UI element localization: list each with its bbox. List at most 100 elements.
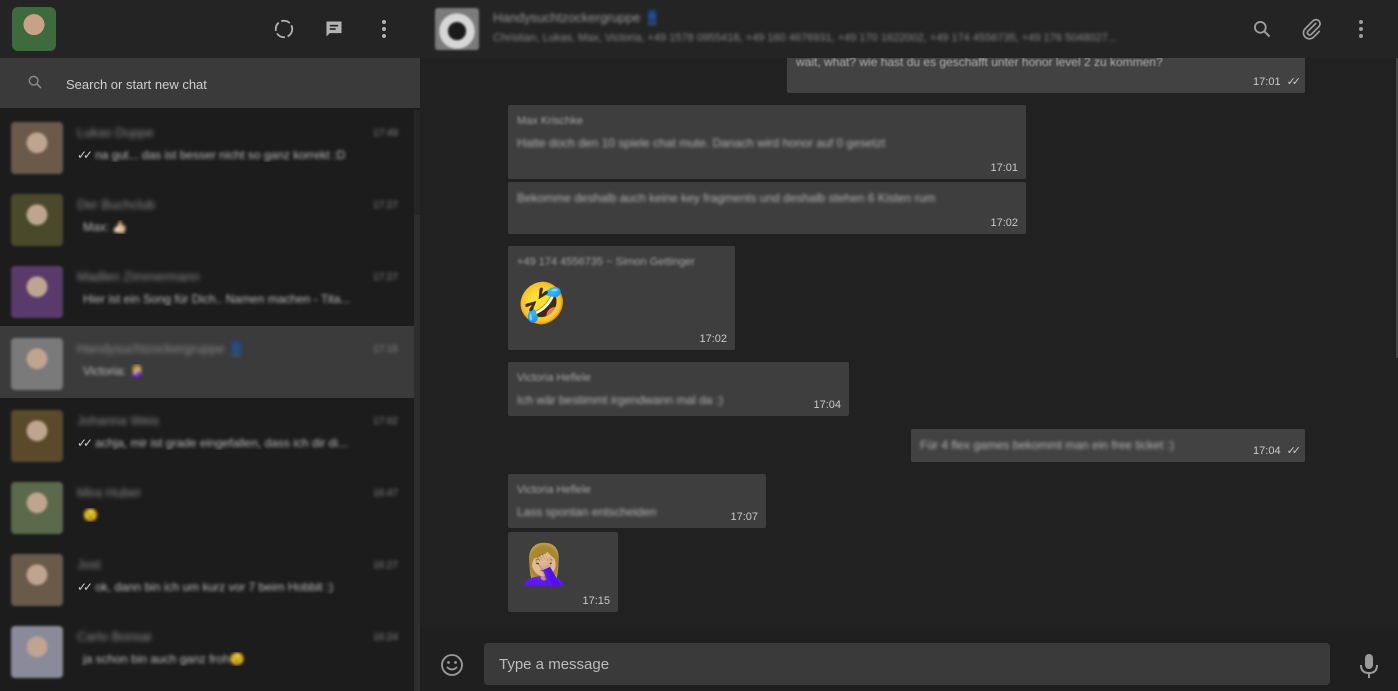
- chat-list: Lukas Duppe 17:49 ✓✓ na gut... das ist bess…: [0, 110, 414, 691]
- chat-name: Mira Huber: [77, 485, 142, 500]
- chat-time: 16:27: [372, 560, 398, 571]
- message-time: 17:04 ✓✓: [1253, 445, 1302, 457]
- chat-time: 17:15: [372, 344, 398, 355]
- message-bubble-incoming[interactable]: Bekomme deshalb auch keine key fragments…: [508, 182, 1026, 234]
- chat-list-item[interactable]: Der Buchclub 17:27 Max: 👍🏻: [0, 182, 414, 254]
- chat-time: 17:49: [372, 128, 398, 139]
- chat-time: 17:27: [372, 200, 398, 211]
- message-time: 17:01 ✓✓: [1253, 76, 1302, 88]
- chat-list-item[interactable]: Madlen Zimmermann 17:27 Hier ist ein Song …: [0, 254, 414, 326]
- message-time: 17:04: [813, 399, 841, 411]
- chat-time: 17:27: [372, 272, 398, 283]
- chat-preview-text: Hier ist ein Song für Dich.. Namen mache…: [83, 292, 351, 306]
- chat-preview: ✓✓ na gut... das ist besser nicht so ganz…: [77, 148, 392, 162]
- message-time: 17:02: [699, 333, 727, 345]
- chat-list-item[interactable]: Johanna Weis 17:02 ✓✓ achja, mir ist grade …: [0, 398, 414, 470]
- microphone-icon[interactable]: [1358, 653, 1380, 679]
- rofl-emoji: 🤣: [517, 282, 567, 326]
- chat-avatar: [11, 410, 63, 462]
- read-receipt-icon: ✓✓: [1286, 445, 1302, 457]
- my-profile-avatar[interactable]: [12, 7, 56, 51]
- menu-icon[interactable]: [372, 17, 396, 41]
- chat-avatar: [11, 626, 63, 678]
- message-bubble-outgoing[interactable]: Für 4 flex games bekommt man ein free ti…: [911, 429, 1305, 462]
- new-chat-icon[interactable]: [322, 17, 346, 41]
- chat-preview: Max: 👍🏻: [77, 220, 392, 234]
- chat-preview-text: ja schon bin auch ganz froh😉: [83, 652, 245, 666]
- conversation-panel: Handysuchtzockergruppe 👖 Christian, Luka…: [420, 0, 1398, 691]
- read-receipt-icon: ✓✓: [1286, 76, 1302, 88]
- message-bubble-incoming[interactable]: 🤦🏼‍♀️ 17:15: [508, 532, 618, 612]
- group-avatar[interactable]: [435, 8, 479, 50]
- chat-name: Lukas Duppe: [77, 125, 154, 140]
- message-text: Für 4 flex games bekommt man ein free ti…: [920, 438, 1175, 452]
- read-receipt-icon: ✓✓: [77, 148, 93, 162]
- message-sender: +49 174 4556735 ~ Simon Gettinger: [517, 256, 695, 268]
- chat-preview-text: ok, dann bin ich um kurz vor 7 beim Hobb…: [95, 580, 334, 594]
- composer: [420, 628, 1398, 691]
- chat-name: Madlen Zimmermann: [77, 269, 200, 284]
- chat-preview-text: achja, mir ist grade eingefallen, dass i…: [95, 436, 348, 450]
- chat-name: Handysuchtzockergruppe 👖: [77, 341, 245, 356]
- chat-avatar: [11, 338, 63, 390]
- message-sender: Victoria Heflele: [517, 372, 591, 384]
- message-text: Hatte doch den 10 spiele chat mute. Dana…: [517, 136, 886, 150]
- message-time: 17:02: [990, 217, 1018, 229]
- message-time: 17:15: [582, 595, 610, 607]
- message-bubble-incoming[interactable]: Max Krischke Hatte doch den 10 spiele ch…: [508, 105, 1026, 179]
- message-text: Lass spontan entscheiden: [517, 505, 657, 519]
- chat-preview-text: Victoria: 🤦🏼‍♀️: [83, 364, 145, 378]
- message-bubble-outgoing[interactable]: wait, what? wie hast du es geschafft unt…: [787, 58, 1305, 93]
- message-sender: Max Krischke: [517, 115, 584, 127]
- message-bubble-incoming[interactable]: Victoria Heflele Lass spontan entscheide…: [508, 474, 766, 528]
- chat-preview-text: na gut... das ist besser nicht so ganz k…: [95, 148, 346, 162]
- search-icon: [27, 74, 45, 92]
- chat-avatar: [11, 482, 63, 534]
- chat-time: 16:47: [372, 488, 398, 499]
- message-bubble-incoming[interactable]: Victoria Heflele Ich wär bestimmt irgend…: [508, 362, 849, 416]
- message-sender: Victoria Heflele: [517, 484, 591, 496]
- chat-preview-text: 😉: [83, 508, 98, 522]
- conversation-menu-icon[interactable]: [1349, 17, 1373, 41]
- chat-avatar: [11, 266, 63, 318]
- chat-list-item[interactable]: Handysuchtzockergruppe 👖 17:15 Victoria: 🤦…: [0, 326, 414, 398]
- chat-name: Der Buchclub: [77, 197, 156, 212]
- emoji-icon[interactable]: [440, 653, 464, 677]
- chat-preview: ja schon bin auch ganz froh😉: [77, 652, 392, 666]
- status-icon[interactable]: [272, 17, 296, 41]
- chat-list-item[interactable]: Carlo Bonsai 16:24 ja schon bin auch ganz …: [0, 614, 414, 686]
- group-members: Christian, Lukas, Max, Victoria, +49 157…: [493, 32, 1117, 44]
- attach-icon[interactable]: [1300, 17, 1324, 41]
- message-time: 17:07: [730, 511, 758, 523]
- message-time: 17:01: [990, 162, 1018, 174]
- chat-preview-text: Max: 👍🏻: [83, 220, 128, 234]
- chat-preview: ✓✓ ok, dann bin ich um kurz vor 7 beim Ho…: [77, 580, 392, 594]
- message-text: wait, what? wie hast du es geschafft unt…: [796, 58, 1163, 69]
- facepalm-emoji: 🤦🏼‍♀️: [519, 543, 569, 587]
- message-bubble-incoming[interactable]: +49 174 4556735 ~ Simon Gettinger 🤣 17:0…: [508, 246, 735, 350]
- chat-preview: Hier ist ein Song für Dich.. Namen mache…: [77, 292, 392, 306]
- chat-preview: Victoria: 🤦🏼‍♀️: [77, 364, 392, 378]
- read-receipt-icon: ✓✓: [77, 580, 93, 594]
- chat-list-item[interactable]: Mira Huber 16:47 😉: [0, 470, 414, 542]
- search-input[interactable]: [64, 73, 398, 95]
- chat-avatar: [11, 554, 63, 606]
- chat-avatar: [11, 194, 63, 246]
- search-messages-icon[interactable]: [1250, 17, 1274, 41]
- message-text: Ich wär bestimmt irgendwann mal da :): [517, 393, 724, 407]
- chat-time: 17:02: [372, 416, 398, 427]
- message-list: wait, what? wie hast du es geschafft unt…: [420, 58, 1398, 628]
- chat-preview: ✓✓ achja, mir ist grade eingefallen, dass…: [77, 436, 392, 450]
- message-input[interactable]: [484, 643, 1330, 685]
- chat-name: Jost: [77, 557, 101, 572]
- sidebar-header: [0, 0, 420, 58]
- chat-list-item[interactable]: Lukas Duppe 17:49 ✓✓ na gut... das ist bess…: [0, 110, 414, 182]
- conversation-header[interactable]: Handysuchtzockergruppe 👖 Christian, Luka…: [420, 0, 1398, 58]
- chat-avatar: [11, 122, 63, 174]
- chat-list-item[interactable]: Jost 16:27 ✓✓ ok, dann bin ich um kurz vor …: [0, 542, 414, 614]
- chat-time: 16:24: [372, 632, 398, 643]
- chat-name: Carlo Bonsai: [77, 629, 152, 644]
- chat-name: Johanna Weis: [77, 413, 160, 428]
- search-bar: [0, 58, 420, 108]
- read-receipt-icon: ✓✓: [77, 436, 93, 450]
